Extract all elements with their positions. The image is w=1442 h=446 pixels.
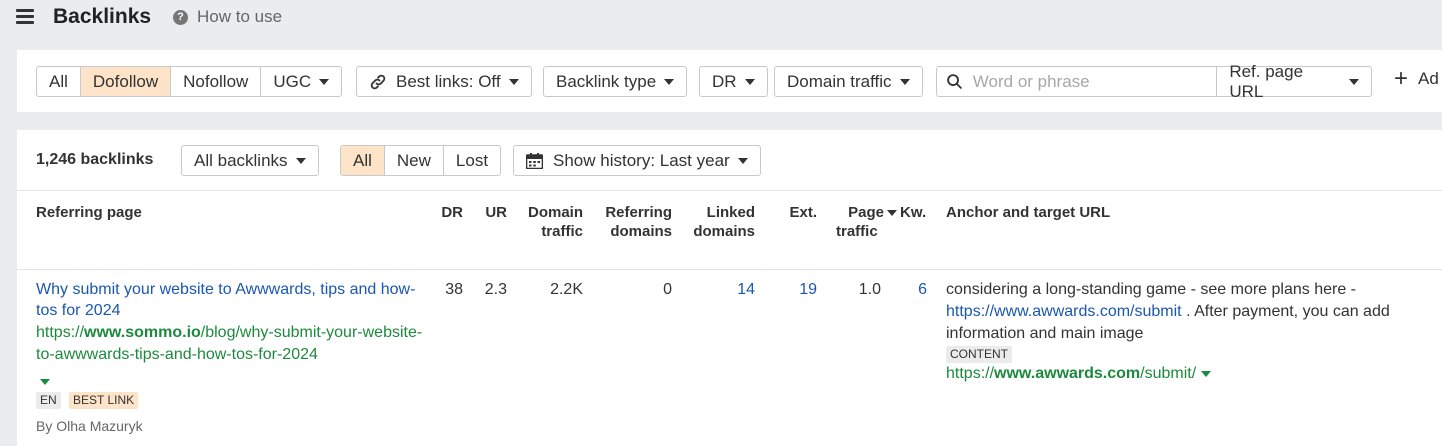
backlinks-panel: 1,246 backlinks All backlinks All New Lo… [17, 130, 1442, 446]
best-links-dropdown[interactable]: Best links: Off [356, 66, 532, 97]
anchor-before: considering a long-standing game - see m… [946, 281, 1357, 298]
plus-icon: + [1394, 65, 1409, 92]
col-page-traffic-l1: Page [848, 204, 884, 221]
link-type-all[interactable]: All [37, 67, 81, 96]
cell-ext[interactable]: 19 [777, 279, 817, 300]
best-links-label: Best links: Off [396, 71, 501, 91]
sort-desc-icon [887, 210, 897, 217]
chevron-down-icon [899, 78, 910, 85]
dr-dropdown[interactable]: DR [699, 66, 768, 97]
col-kw[interactable]: Kw. [900, 203, 926, 222]
anchor-link[interactable]: https://www.awwards.com/submit [946, 303, 1182, 320]
chevron-down-icon [664, 78, 675, 85]
backlink-type-label: Backlink type [556, 71, 657, 91]
link-type-nofollow[interactable]: Nofollow [171, 67, 262, 96]
link-icon [369, 73, 387, 91]
col-referring-domains-l2: domains [610, 223, 672, 240]
chevron-down-icon [319, 78, 330, 85]
search-scope-dropdown[interactable]: Ref. page URL [1216, 62, 1371, 101]
ugc-label: UGC [273, 71, 312, 91]
menu-icon[interactable] [16, 9, 34, 25]
url-expand-icon[interactable] [40, 373, 50, 391]
url-domain: www.sommo.io [84, 324, 201, 341]
history-dropdown[interactable]: Show history: Last year [513, 145, 761, 176]
col-referring-page[interactable]: Referring page [36, 203, 142, 222]
col-anchor[interactable]: Anchor and target URL [946, 203, 1110, 222]
col-dr[interactable]: DR [437, 203, 463, 222]
content-tag: CONTENT [946, 346, 1012, 363]
chevron-down-icon[interactable] [1200, 370, 1211, 377]
history-label: Show history: Last year [553, 150, 730, 170]
link-type-filter: All Dofollow Nofollow UGC [36, 66, 343, 97]
cell-referring-domains: 0 [663, 281, 672, 298]
col-domain-traffic-l1: Domain [527, 204, 583, 221]
calendar-icon [526, 152, 543, 169]
page-title: Backlinks [53, 5, 152, 28]
col-linked-domains[interactable]: Linked domains [681, 203, 755, 241]
domain-traffic-dropdown[interactable]: Domain traffic [774, 66, 923, 97]
help-icon: ? [173, 9, 188, 25]
add-filter-button[interactable]: + Ad [1394, 65, 1439, 92]
grouping-label: All backlinks [194, 150, 288, 170]
target-prefix: https:// [946, 365, 995, 382]
chevron-down-icon [508, 78, 519, 85]
col-page-traffic[interactable]: Page traffic [833, 203, 897, 241]
url-prefix: https:// [36, 324, 85, 341]
search-icon [937, 67, 973, 96]
chevron-down-icon [295, 157, 306, 164]
col-referring-domains[interactable]: Referring domains [592, 203, 672, 241]
backlinks-count: 1,246 backlinks [36, 151, 154, 168]
how-to-use-link[interactable]: ? How to use [173, 7, 282, 27]
col-ext[interactable]: Ext. [777, 203, 817, 222]
search-box: Ref. page URL [936, 62, 1372, 101]
referring-page-title[interactable]: Why submit your website to Awwwards, tip… [36, 279, 426, 321]
cell-linked-domains[interactable]: 14 [681, 279, 755, 300]
cell-kw[interactable]: 6 [897, 279, 927, 300]
search-scope-label: Ref. page URL [1229, 61, 1304, 101]
status-all[interactable]: All [341, 146, 385, 175]
col-linked-domains-l1: Linked [706, 204, 755, 221]
link-type-ugc[interactable]: UGC [261, 67, 341, 96]
best-link-tag: BEST LINK [69, 392, 139, 409]
chevron-down-icon [744, 78, 755, 85]
col-domain-traffic[interactable]: Domain traffic [517, 203, 583, 241]
author: By Olha Mazuryk [36, 418, 143, 434]
divider [17, 190, 1442, 191]
cell-dr: 38 [445, 281, 463, 298]
col-domain-traffic-l2: traffic [541, 223, 583, 240]
status-new[interactable]: New [385, 146, 444, 175]
language-tag: EN [36, 392, 61, 409]
cell-domain-traffic: 2.2K [550, 281, 583, 298]
referring-page-url[interactable]: https://www.sommo.io/blog/why-submit-you… [36, 322, 426, 366]
target-path: /submit/ [1140, 365, 1197, 382]
cell-ur: 2.3 [484, 281, 507, 298]
status-lost[interactable]: Lost [444, 146, 500, 175]
col-linked-domains-l2: domains [693, 223, 755, 240]
filter-bar: All Dofollow Nofollow UGC Best links: Of… [17, 50, 1442, 112]
grouping-dropdown[interactable]: All backlinks [181, 145, 319, 176]
how-to-use-label: How to use [197, 7, 283, 26]
link-type-dofollow[interactable]: Dofollow [80, 67, 172, 96]
chevron-down-icon [737, 157, 748, 164]
anchor-text: considering a long-standing game - see m… [946, 279, 1426, 345]
target-domain: www.awwards.com [994, 365, 1141, 382]
cell-page-traffic: 1.0 [858, 281, 881, 298]
col-page-traffic-l1-wrap: Page [833, 203, 897, 222]
divider [17, 269, 1442, 270]
chevron-down-icon [1349, 78, 1359, 85]
search-input[interactable] [972, 67, 1217, 96]
target-url[interactable]: https://www.awwards.com/submit/ [946, 365, 1211, 383]
backlink-type-dropdown[interactable]: Backlink type [543, 66, 688, 97]
dr-label: DR [712, 71, 737, 91]
col-ur[interactable]: UR [477, 203, 507, 222]
status-filter: All New Lost [340, 145, 502, 176]
domain-traffic-label: Domain traffic [787, 71, 892, 91]
col-referring-domains-l1: Referring [605, 204, 672, 221]
page-header: Backlinks ? How to use [0, 0, 1442, 36]
add-filter-label: Ad [1418, 69, 1439, 88]
col-page-traffic-l2: traffic [836, 223, 878, 240]
